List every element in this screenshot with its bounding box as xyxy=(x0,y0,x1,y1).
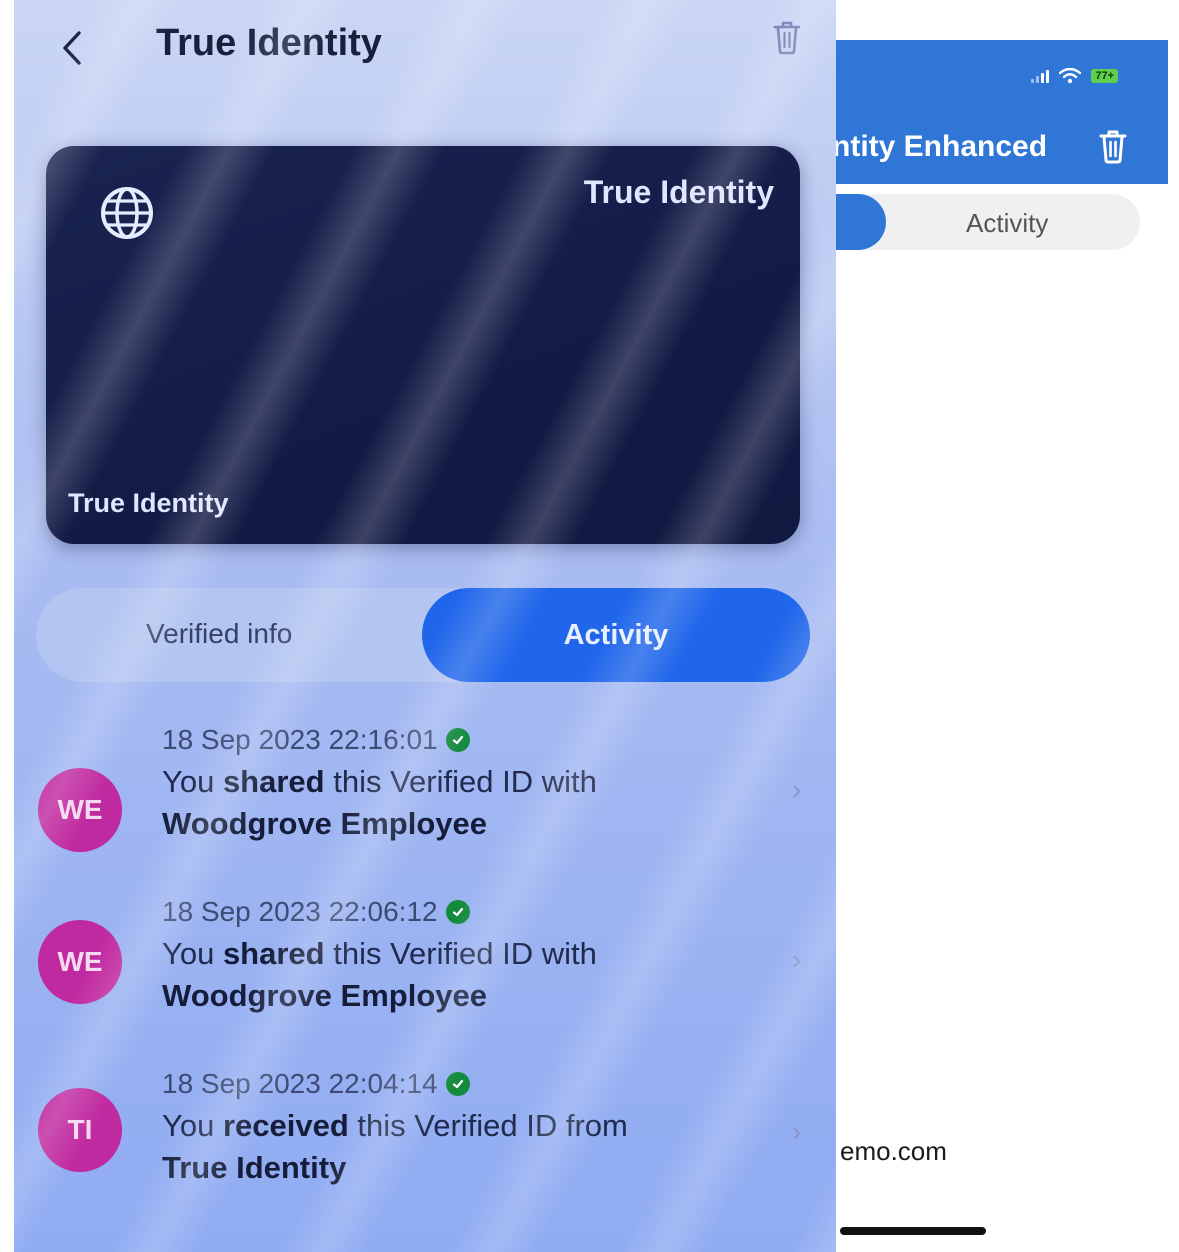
chevron-left-icon xyxy=(63,31,81,65)
activity-time-text: 18 Sep 2023 22:04:14 xyxy=(162,1068,438,1099)
activity-timestamp: 18 Sep 2023 22:06:12 xyxy=(162,896,470,928)
phone-screen: True Identity True Identity True Identit… xyxy=(14,0,836,1252)
activity-verb: shared xyxy=(222,764,325,799)
chevron-right-icon: › xyxy=(792,774,802,805)
activity-prefix: You xyxy=(162,1108,223,1143)
verified-id-card[interactable]: True Identity True Identity xyxy=(46,146,800,544)
activity-time-text: 18 Sep 2023 22:16:01 xyxy=(162,724,438,755)
battery-indicator: 77+ xyxy=(1091,69,1118,83)
activity-verb: received xyxy=(222,1108,349,1143)
background-tab-activity[interactable]: Activity xyxy=(966,208,1048,239)
trash-icon[interactable] xyxy=(772,18,802,56)
verified-check-icon xyxy=(445,900,470,924)
activity-verb: shared xyxy=(222,936,325,971)
avatar: WE xyxy=(38,768,122,852)
avatar: TI xyxy=(38,1088,122,1172)
chevron-right-icon: › xyxy=(792,944,802,975)
activity-description: You received this Verified ID from xyxy=(162,1108,628,1144)
trash-icon[interactable] xyxy=(1098,128,1128,164)
activity-list-item[interactable]: TI 18 Sep 2023 22:04:14 You received thi… xyxy=(14,1068,836,1218)
card-credential-name: True Identity xyxy=(68,488,229,518)
globe-icon xyxy=(101,187,153,239)
back-button[interactable] xyxy=(52,28,92,68)
chevron-right-icon: › xyxy=(792,1116,802,1147)
page-title: True Identity xyxy=(156,22,382,64)
activity-party: True Identity xyxy=(162,1150,347,1185)
activity-suffix: this Verified ID with xyxy=(324,764,597,799)
background-page-title: ntity Enhanced xyxy=(832,130,1048,163)
activity-prefix: You xyxy=(162,936,223,971)
activity-list-item[interactable]: WE 18 Sep 2023 22:06:12 You shared this … xyxy=(14,896,836,1046)
background-email-fragment: emo.com xyxy=(840,1136,947,1166)
activity-prefix: You xyxy=(162,764,223,799)
activity-party: Woodgrove Employee xyxy=(162,806,487,841)
activity-description: You shared this Verified ID with xyxy=(162,764,597,800)
tab-switcher: Verified info Activity xyxy=(36,588,810,682)
activity-list-item[interactable]: WE 18 Sep 2023 22:16:01 You shared this … xyxy=(14,724,836,874)
activity-timestamp: 18 Sep 2023 22:04:14 xyxy=(162,1068,470,1100)
verified-check-icon xyxy=(445,1072,470,1096)
activity-suffix: this Verified ID from xyxy=(348,1108,628,1143)
tab-activity[interactable]: Activity xyxy=(422,588,810,682)
activity-suffix: this Verified ID with xyxy=(324,936,597,971)
activity-time-text: 18 Sep 2023 22:06:12 xyxy=(162,896,438,927)
activity-timestamp: 18 Sep 2023 22:16:01 xyxy=(162,724,470,756)
activity-description: You shared this Verified ID with xyxy=(162,936,597,972)
activity-party: Woodgrove Employee xyxy=(162,978,487,1013)
status-bar: 77+ xyxy=(1031,68,1118,84)
avatar: WE xyxy=(38,920,122,1004)
home-indicator xyxy=(840,1227,986,1235)
card-issuer-name: True Identity xyxy=(583,174,774,210)
signal-icon xyxy=(1031,69,1050,83)
tab-verified-info[interactable]: Verified info xyxy=(146,618,292,650)
wifi-icon xyxy=(1059,68,1082,84)
verified-check-icon xyxy=(445,728,470,752)
